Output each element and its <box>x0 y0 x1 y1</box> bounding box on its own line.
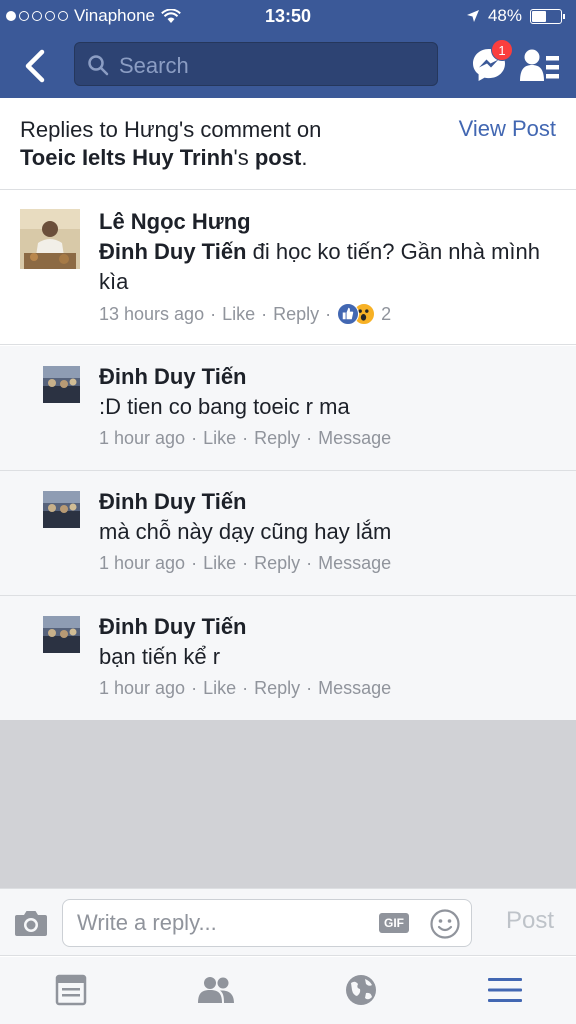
reply-item: Đinh Duy Tiến :D tien co bang toeic r ma… <box>0 346 576 471</box>
separator: · <box>242 678 249 698</box>
separator: · <box>306 428 313 448</box>
like-link[interactable]: Like <box>203 678 236 699</box>
friends-tab-icon[interactable] <box>196 971 236 1009</box>
avatar[interactable] <box>43 491 80 528</box>
avatar[interactable] <box>20 209 80 269</box>
separator: · <box>191 428 198 448</box>
separator: · <box>210 303 217 324</box>
comment-meta: 1 hour ago · Like · Reply · Message <box>99 553 546 574</box>
comment-text: mà chỗ này dạy cũng hay lắm <box>99 519 392 544</box>
menu-hamburger-tab-icon[interactable] <box>485 971 525 1009</box>
battery-icon <box>530 8 565 24</box>
camera-icon[interactable] <box>14 909 48 937</box>
reply-input[interactable]: Write a reply... GIF <box>62 899 472 947</box>
comment-text: :D tien co bang toeic r ma <box>99 394 350 419</box>
comment-body: Đinh Duy Tiến mà chỗ này dạy cũng hay lắ… <box>99 487 546 574</box>
messenger-notification-badge: 1 <box>491 39 513 61</box>
replies-header: Replies to Hưng's comment on Toeic Ielts… <box>0 98 576 190</box>
mention-link[interactable]: Đinh Duy Tiến <box>99 239 247 264</box>
reactions[interactable] <box>337 303 376 325</box>
nav-row: Search 1 <box>0 38 576 94</box>
reply-link[interactable]: Reply <box>254 428 300 449</box>
avatar[interactable] <box>43 616 80 653</box>
separator: · <box>242 553 249 573</box>
sticker-smiley-icon[interactable] <box>429 908 461 940</box>
comment-time: 1 hour ago <box>99 553 186 573</box>
search-placeholder: Search <box>119 53 189 78</box>
comment-time: 1 hour ago <box>99 678 186 698</box>
header-prefix: Replies to Hưng's comment on <box>20 117 322 142</box>
comment-meta: 13 hours ago · Like · Reply · 2 <box>99 303 546 325</box>
post-word: post <box>254 145 302 170</box>
comment-body: Đinh Duy Tiến bạn tiến kể r 1 hour ago ·… <box>99 612 546 699</box>
reply-link[interactable]: Reply <box>254 553 300 574</box>
search-input[interactable]: Search <box>74 42 438 86</box>
status-right-group: 48% <box>466 6 565 26</box>
message-link[interactable]: Message <box>318 678 391 699</box>
main-comment: Lê Ngọc Hưng Đinh Duy Tiến đi học ko tiế… <box>0 191 576 345</box>
replies-header-text: Replies to Hưng's comment on Toeic Ielts… <box>20 116 420 172</box>
comment-text: bạn tiến kể r <box>99 644 221 669</box>
reaction-count: 2 <box>381 303 392 324</box>
top-navigation-bar: Vinaphone 13:50 48% Search 1 <box>0 0 576 98</box>
battery-percent: 48% <box>487 6 522 25</box>
battery-fill <box>532 10 547 22</box>
post-button[interactable]: Post <box>506 907 554 935</box>
notifications-globe-tab-icon[interactable] <box>341 971 381 1009</box>
news-feed-tab-icon[interactable] <box>51 971 91 1009</box>
page-name-link[interactable]: Toeic Ielts Huy Trinh <box>20 145 234 170</box>
separator: · <box>306 678 313 698</box>
avatar[interactable] <box>43 366 80 403</box>
status-bar: Vinaphone 13:50 48% <box>0 0 576 34</box>
like-reaction-icon <box>337 303 360 325</box>
back-chevron-icon[interactable] <box>18 46 54 86</box>
like-link[interactable]: Like <box>203 553 236 574</box>
message-link[interactable]: Message <box>318 553 391 574</box>
separator: · <box>306 553 313 573</box>
reply-composer: Write a reply... GIF Post <box>0 888 576 956</box>
reply-placeholder: Write a reply... <box>77 910 217 935</box>
comment-text: Đinh Duy Tiến đi học ko tiến? Gần nhà mì… <box>99 237 546 297</box>
reply-item: Đinh Duy Tiến bạn tiến kể r 1 hour ago ·… <box>0 596 576 721</box>
separator: · <box>325 303 332 324</box>
comment-time: 1 hour ago <box>99 428 186 448</box>
comment-meta: 1 hour ago · Like · Reply · Message <box>99 678 546 699</box>
comment-author[interactable]: Đinh Duy Tiến <box>99 487 546 517</box>
separator: · <box>261 303 268 324</box>
separator: · <box>242 428 249 448</box>
like-link[interactable]: Like <box>222 304 255 325</box>
separator: · <box>191 553 198 573</box>
comment-author[interactable]: Đinh Duy Tiến <box>99 362 546 392</box>
empty-scroll-area <box>0 720 576 888</box>
comment-meta: 1 hour ago · Like · Reply · Message <box>99 428 546 449</box>
comment-author[interactable]: Đinh Duy Tiến <box>99 612 546 642</box>
message-link[interactable]: Message <box>318 428 391 449</box>
gif-button[interactable]: GIF <box>379 913 409 933</box>
separator: · <box>191 678 198 698</box>
friend-requests-icon[interactable] <box>520 48 560 84</box>
comment-body: Lê Ngọc Hưng Đinh Duy Tiến đi học ko tiế… <box>99 207 546 325</box>
view-post-link[interactable]: View Post <box>459 116 556 142</box>
location-arrow-icon <box>466 10 479 22</box>
header-possessive: 's <box>233 145 249 170</box>
like-link[interactable]: Like <box>203 428 236 449</box>
comment-body: Đinh Duy Tiến :D tien co bang toeic r ma… <box>99 362 546 449</box>
bottom-tab-bar <box>0 957 576 1024</box>
reply-item: Đinh Duy Tiến mà chỗ này dạy cũng hay lắ… <box>0 471 576 596</box>
search-icon <box>88 55 109 76</box>
reply-link[interactable]: Reply <box>254 678 300 699</box>
header-period: . <box>301 145 308 170</box>
comment-time: 13 hours ago <box>99 303 205 324</box>
reply-link[interactable]: Reply <box>273 304 319 325</box>
comment-author[interactable]: Lê Ngọc Hưng <box>99 207 546 237</box>
